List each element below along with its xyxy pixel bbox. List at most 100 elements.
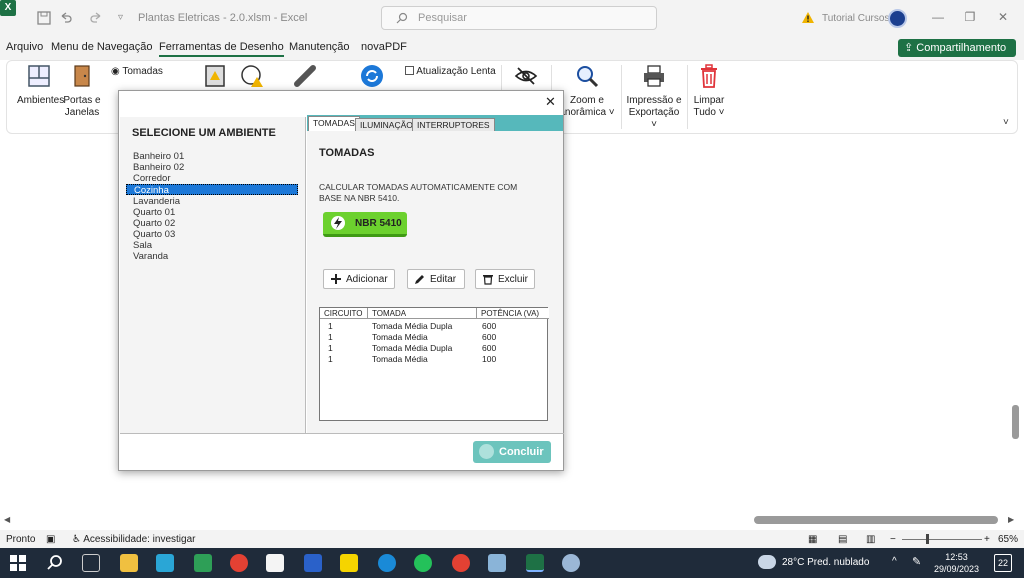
add-label: Adicionar: [346, 274, 388, 285]
list-item[interactable]: Lavanderia: [126, 196, 298, 207]
nbr-5410-button[interactable]: NBR 5410: [323, 212, 407, 237]
dialog-close-icon[interactable]: ✕: [545, 94, 556, 110]
tab-tomadas[interactable]: TOMADAS: [308, 116, 360, 131]
list-item[interactable]: Banheiro 02: [126, 162, 298, 173]
save-icon[interactable]: [36, 10, 52, 26]
tomadas-table[interactable]: CIRCUITO TOMADA POTÊNCIA (VA) 1 Tomada M…: [319, 307, 549, 421]
ambientes-button[interactable]: Ambientes: [17, 64, 65, 107]
tab-manutencao[interactable]: Manutenção: [289, 41, 350, 53]
zoom-label-2: anorâmica ˅: [559, 107, 615, 118]
search-box[interactable]: Pesquisar: [381, 6, 657, 30]
ambientes-label: Ambientes: [17, 95, 65, 106]
avatar[interactable]: [888, 9, 907, 28]
normal-view-icon[interactable]: ▦: [808, 534, 817, 545]
edge-icon[interactable]: [378, 554, 396, 572]
minimize-icon[interactable]: —: [928, 10, 948, 24]
tomadas-ribbon-button[interactable]: ◉ Tomadas: [111, 66, 163, 78]
excel-taskbar-icon[interactable]: [526, 554, 544, 572]
accessibility-icon: ♿: [72, 534, 84, 545]
chrome-profile-icon[interactable]: [452, 554, 470, 572]
edit-button[interactable]: Editar: [407, 269, 465, 289]
horizontal-scrollbar-thumb[interactable]: [754, 516, 998, 524]
warning-icon[interactable]: [801, 11, 815, 24]
zoom-slider-thumb[interactable]: [926, 534, 929, 544]
app-media-icon[interactable]: [266, 554, 284, 572]
cell-potencia: 600: [482, 332, 497, 342]
page-layout-icon[interactable]: ▤: [838, 534, 847, 545]
vertical-scrollbar-thumb[interactable]: [1012, 405, 1019, 439]
atualizacao-lenta-checkbox[interactable]: Atualização Lenta: [405, 66, 496, 78]
delete-button[interactable]: Excluir: [475, 269, 535, 289]
page-break-icon[interactable]: ▥: [866, 534, 875, 545]
column-header-circuito[interactable]: CIRCUITO: [320, 308, 368, 319]
edit-label: Editar: [430, 274, 457, 285]
redo-icon[interactable]: [88, 10, 104, 26]
scroll-right-icon[interactable]: ▶: [1008, 515, 1014, 524]
notification-badge[interactable]: 22: [994, 554, 1012, 572]
conclude-label: Concluir: [499, 446, 544, 458]
portas-janelas-button[interactable]: Portas e Janelas: [63, 64, 101, 119]
zoom-level[interactable]: 65%: [998, 534, 1018, 545]
tray-chevron-icon[interactable]: ^: [892, 556, 897, 567]
app-paint-icon[interactable]: [562, 554, 580, 572]
cell-potencia: 100: [482, 354, 497, 364]
windows-start-icon[interactable]: [10, 555, 26, 571]
door-icon: [74, 65, 90, 87]
panel-title: TOMADAS: [319, 147, 375, 159]
document-title: Plantas Eletricas - 2.0.xlsm - Excel: [138, 12, 308, 24]
app-notes-icon[interactable]: [488, 554, 506, 572]
pen-icon[interactable]: ✎: [912, 555, 921, 568]
cell-tomada: Tomada Média Dupla: [372, 321, 453, 331]
zoom-slider[interactable]: [902, 539, 982, 540]
list-item[interactable]: Quarto 03: [126, 229, 298, 240]
task-view-icon[interactable]: [82, 554, 100, 572]
tab-novapdf[interactable]: novaPDF: [361, 41, 407, 53]
tab-interruptores[interactable]: INTERRUPTORES: [412, 118, 495, 131]
file-explorer-icon[interactable]: [120, 554, 138, 572]
list-item[interactable]: Varanda: [126, 251, 298, 262]
list-item[interactable]: Corredor: [126, 173, 298, 184]
app-green-icon[interactable]: [194, 554, 212, 572]
list-item[interactable]: Sala: [126, 240, 298, 251]
accessibility-status[interactable]: ♿ Acessibilidade: investigar: [72, 534, 195, 545]
list-item[interactable]: Quarto 02: [126, 218, 298, 229]
add-button[interactable]: Adicionar: [323, 269, 395, 289]
portas-label-1: Portas e: [63, 95, 101, 106]
scroll-left-icon[interactable]: ◀: [4, 515, 10, 524]
limpar-button[interactable]: Limpar Tudo ˅: [691, 64, 727, 119]
collapse-ribbon-icon[interactable]: ˅: [1003, 117, 1009, 128]
list-item[interactable]: Quarto 01: [126, 207, 298, 218]
tab-arquivo[interactable]: Arquivo: [6, 41, 43, 53]
undo-icon[interactable]: [58, 10, 74, 26]
zoom-in-icon[interactable]: +: [984, 534, 990, 545]
tab-menu-navegacao[interactable]: Menu de Navegação: [51, 41, 153, 53]
limpar-label-1: Limpar: [693, 95, 725, 106]
column-header-potencia[interactable]: POTÊNCIA (VA): [477, 308, 549, 319]
column-header-tomada[interactable]: TOMADA: [368, 308, 477, 319]
account-name[interactable]: Tutorial Cursos: [822, 13, 889, 24]
close-window-icon[interactable]: ✕: [993, 10, 1013, 24]
impressao-button[interactable]: Impressão e Exportação ˅: [625, 64, 683, 131]
list-item-selected[interactable]: Cozinha: [126, 184, 298, 196]
weather-status[interactable]: 28°C Pred. nublado: [782, 557, 869, 568]
zoom-out-icon[interactable]: −: [890, 534, 896, 545]
zoom-button[interactable]: Zoom e anorâmica ˅: [557, 64, 617, 119]
ambiente-dialog: ✕ SELECIONE UM AMBIENTE Banheiro 01 Banh…: [118, 90, 564, 471]
taskbar-search-icon[interactable]: [46, 554, 64, 572]
tab-ferramentas-desenho[interactable]: Ferramentas de Desenho: [159, 41, 284, 57]
customize-quick-access-icon[interactable]: ▿: [118, 12, 123, 23]
share-button[interactable]: ⇪ Compartilhamento: [898, 39, 1016, 57]
whatsapp-icon[interactable]: [414, 554, 432, 572]
clock[interactable]: 12:53 29/09/2023: [934, 551, 979, 575]
macro-record-icon[interactable]: ▣: [46, 534, 55, 545]
weather-cloud-icon[interactable]: [758, 555, 776, 569]
list-item[interactable]: Banheiro 01: [126, 151, 298, 162]
chrome-icon[interactable]: [230, 554, 248, 572]
tab-iluminacao[interactable]: ILUMINAÇÃO: [355, 118, 418, 131]
nbr-5410-label: NBR 5410: [355, 218, 402, 229]
app-clapper-icon[interactable]: [304, 554, 322, 572]
app-yellow-icon[interactable]: [340, 554, 358, 572]
app-triangle-icon[interactable]: [156, 554, 174, 572]
conclude-button[interactable]: Concluir: [473, 441, 551, 463]
restore-icon[interactable]: ❐: [960, 10, 980, 24]
